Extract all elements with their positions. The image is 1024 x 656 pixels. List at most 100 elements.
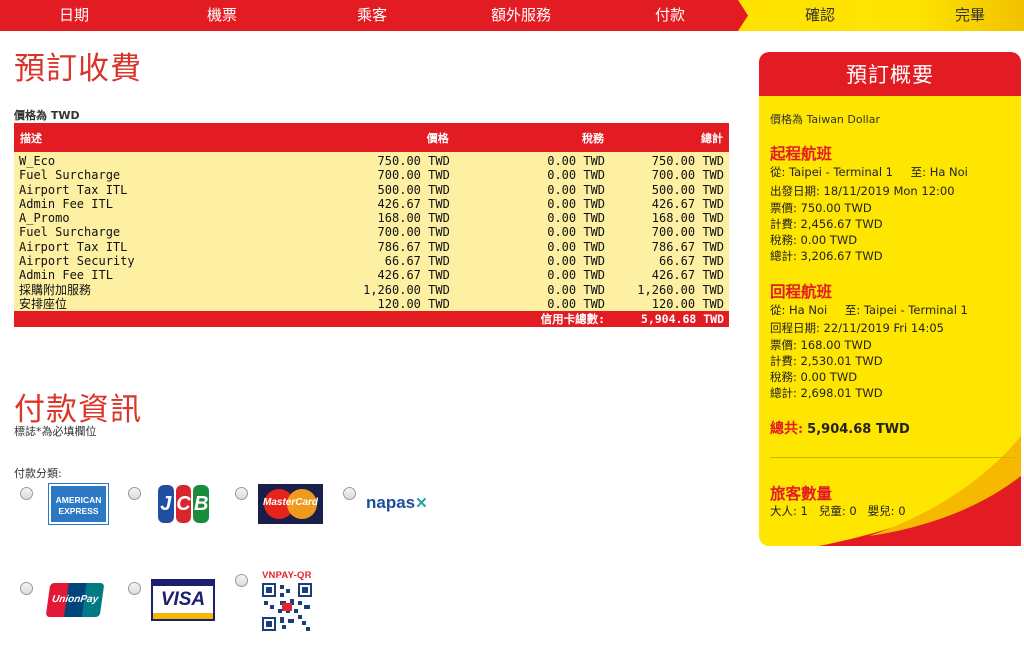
amex-text-line2: EXPRESS bbox=[58, 506, 99, 516]
row-total: 700.00 TWD bbox=[610, 225, 729, 240]
nav-step-passenger[interactable]: 乘客 bbox=[310, 0, 434, 31]
visa-text: VISA bbox=[160, 589, 206, 610]
nav-step-date[interactable]: 日期 bbox=[12, 0, 136, 31]
grand-total-value: 5,904.68 TWD bbox=[807, 422, 910, 437]
outbound-route: 從: Taipei - Terminal 1 至: Ha Noi bbox=[770, 164, 968, 180]
return-fare: 168.00 TWD bbox=[800, 338, 872, 352]
outbound-heading: 起程航班 bbox=[770, 144, 833, 163]
row-tax: 0.00 TWD bbox=[454, 152, 611, 169]
row-total: 168.00 TWD bbox=[610, 211, 729, 226]
napas-logo[interactable]: napas✕ bbox=[366, 493, 428, 513]
return-date-label: 回程日期: bbox=[770, 321, 820, 335]
nav-step-extras[interactable]: 額外服務 bbox=[459, 0, 583, 31]
outbound-tax-line: 稅務: 0.00 TWD bbox=[770, 232, 857, 248]
row-price: 426.67 TWD bbox=[306, 268, 455, 283]
row-price: 120.00 TWD bbox=[306, 296, 455, 312]
outbound-total: 3,206.67 TWD bbox=[800, 249, 883, 263]
outbound-tax: 0.00 TWD bbox=[800, 233, 858, 247]
radio-visa[interactable] bbox=[128, 582, 141, 595]
vnpay-qr-logo[interactable]: VNPAY-QR bbox=[262, 570, 316, 632]
return-total: 2,698.01 TWD bbox=[800, 386, 883, 400]
row-desc: Airport Tax ITL bbox=[14, 239, 307, 255]
row-price: 66.67 TWD bbox=[306, 254, 455, 269]
table-row: Admin Fee ITL 426.67 TWD 0.00 TWD 426.67 TW… bbox=[14, 196, 729, 212]
booking-charges-title: 預訂收費 bbox=[14, 51, 142, 87]
radio-jcb[interactable] bbox=[128, 487, 141, 500]
child-count: 0 bbox=[849, 504, 857, 518]
outbound-from: Taipei - Terminal 1 bbox=[789, 165, 893, 179]
outbound-fare-label: 票價: bbox=[770, 201, 797, 215]
infant-label: 嬰兒: bbox=[867, 504, 895, 518]
row-price: 426.67 TWD bbox=[306, 196, 455, 212]
unionpay-logo[interactable]: UnionPay bbox=[45, 583, 105, 617]
outbound-to-label: 至: bbox=[910, 165, 927, 179]
currency-note: 價格為 TWD bbox=[14, 109, 80, 122]
mastercard-text: MasterCard bbox=[262, 497, 319, 508]
table-row: Airport Tax ITL 786.67 TWD 0.00 TWD 786.67 … bbox=[14, 239, 729, 255]
table-row: Airport Security 66.67 TWD 0.00 TWD 66.67 T… bbox=[14, 254, 729, 269]
fee-table-header: 描述 價格 稅務 總計 bbox=[14, 123, 729, 152]
table-row: 安排座位 120.00 TWD 0.00 TWD 120.00 TWD bbox=[14, 296, 729, 312]
radio-napas[interactable] bbox=[343, 487, 356, 500]
row-desc: W_Eco bbox=[14, 152, 307, 169]
outbound-fare: 750.00 TWD bbox=[800, 201, 872, 215]
row-total: 700.00 TWD bbox=[610, 168, 729, 183]
row-tax: 0.00 TWD bbox=[454, 211, 611, 226]
row-total: 750.00 TWD bbox=[610, 152, 729, 169]
return-tax: 0.00 TWD bbox=[800, 370, 858, 384]
visa-logo[interactable]: VISA bbox=[151, 579, 215, 621]
return-fees-line: 計費: 2,530.01 TWD bbox=[770, 353, 883, 369]
jcb-logo[interactable]: J C B bbox=[158, 485, 210, 523]
table-row: Admin Fee ITL 426.67 TWD 0.00 TWD 426.67 TW… bbox=[14, 268, 729, 283]
return-fees: 2,530.01 TWD bbox=[800, 354, 883, 368]
radio-unionpay[interactable] bbox=[20, 582, 33, 595]
row-desc: Airport Tax ITL bbox=[14, 182, 307, 197]
row-total: 500.00 TWD bbox=[610, 182, 729, 197]
summary-divider bbox=[770, 457, 1014, 458]
return-from-label: 從: bbox=[770, 303, 786, 317]
table-row: Airport Tax ITL 500.00 TWD 0.00 TWD 500.00 … bbox=[14, 182, 729, 197]
row-price: 1,260.00 TWD bbox=[306, 282, 455, 297]
outbound-date-label: 出發日期: bbox=[770, 184, 820, 198]
radio-amex[interactable] bbox=[20, 487, 33, 500]
row-total: 426.67 TWD bbox=[610, 196, 729, 212]
row-desc: Fuel Surcharge bbox=[14, 168, 307, 183]
radio-vnpay-qr[interactable] bbox=[235, 574, 248, 587]
row-price: 750.00 TWD bbox=[306, 152, 455, 169]
return-total-label: 總計: bbox=[770, 386, 797, 400]
table-row: W_Eco 750.00 TWD 0.00 TWD 750.00 TWD bbox=[14, 152, 729, 169]
return-route: 從: Ha Noi 至: Taipei - Terminal 1 bbox=[770, 302, 968, 318]
amex-logo[interactable]: AMERICAN EXPRESS bbox=[48, 483, 109, 525]
row-tax: 0.00 TWD bbox=[454, 268, 611, 283]
outbound-fees-label: 計費: bbox=[770, 217, 797, 231]
nav-step-flight[interactable]: 機票 bbox=[160, 0, 284, 31]
row-total: 120.00 TWD bbox=[610, 296, 729, 312]
return-date-line: 回程日期: 22/11/2019 Fri 14:05 bbox=[770, 320, 944, 336]
mastercard-logo[interactable]: MasterCard bbox=[258, 484, 323, 524]
grand-total-line: 總共: 5,904.68 TWD bbox=[770, 418, 910, 438]
row-price: 168.00 TWD bbox=[306, 211, 455, 226]
return-fees-label: 計費: bbox=[770, 354, 797, 368]
return-tax-line: 稅務: 0.00 TWD bbox=[770, 369, 857, 385]
row-tax: 0.00 TWD bbox=[454, 239, 611, 255]
return-fare-label: 票價: bbox=[770, 338, 797, 352]
col-header-total: 總計 bbox=[610, 123, 729, 152]
outbound-tax-label: 稅務: bbox=[770, 233, 797, 247]
adult-label: 大人: bbox=[770, 504, 797, 518]
nav-step-payment[interactable]: 付款 bbox=[608, 0, 732, 31]
row-price: 786.67 TWD bbox=[306, 239, 455, 255]
passenger-count-line: 大人: 1 兒童: 0 嬰兒: 0 bbox=[770, 503, 906, 519]
outbound-total-line: 總計: 3,206.67 TWD bbox=[770, 248, 883, 264]
radio-mastercard[interactable] bbox=[235, 487, 248, 500]
return-total-line: 總計: 2,698.01 TWD bbox=[770, 385, 883, 401]
vnpay-text: VNPAY-QR bbox=[262, 570, 312, 581]
row-total: 66.67 TWD bbox=[610, 254, 729, 269]
outbound-fees-line: 計費: 2,456.67 TWD bbox=[770, 216, 883, 232]
outbound-fare-line: 票價: 750.00 TWD bbox=[770, 200, 872, 216]
row-tax: 0.00 TWD bbox=[454, 182, 611, 197]
row-desc: Admin Fee ITL bbox=[14, 196, 307, 212]
outbound-date: 18/11/2019 Mon 12:00 bbox=[823, 184, 955, 198]
jcb-letter-j: J bbox=[158, 485, 174, 523]
grand-total-label: 總共: bbox=[770, 421, 804, 437]
row-total: 1,260.00 TWD bbox=[610, 282, 729, 297]
